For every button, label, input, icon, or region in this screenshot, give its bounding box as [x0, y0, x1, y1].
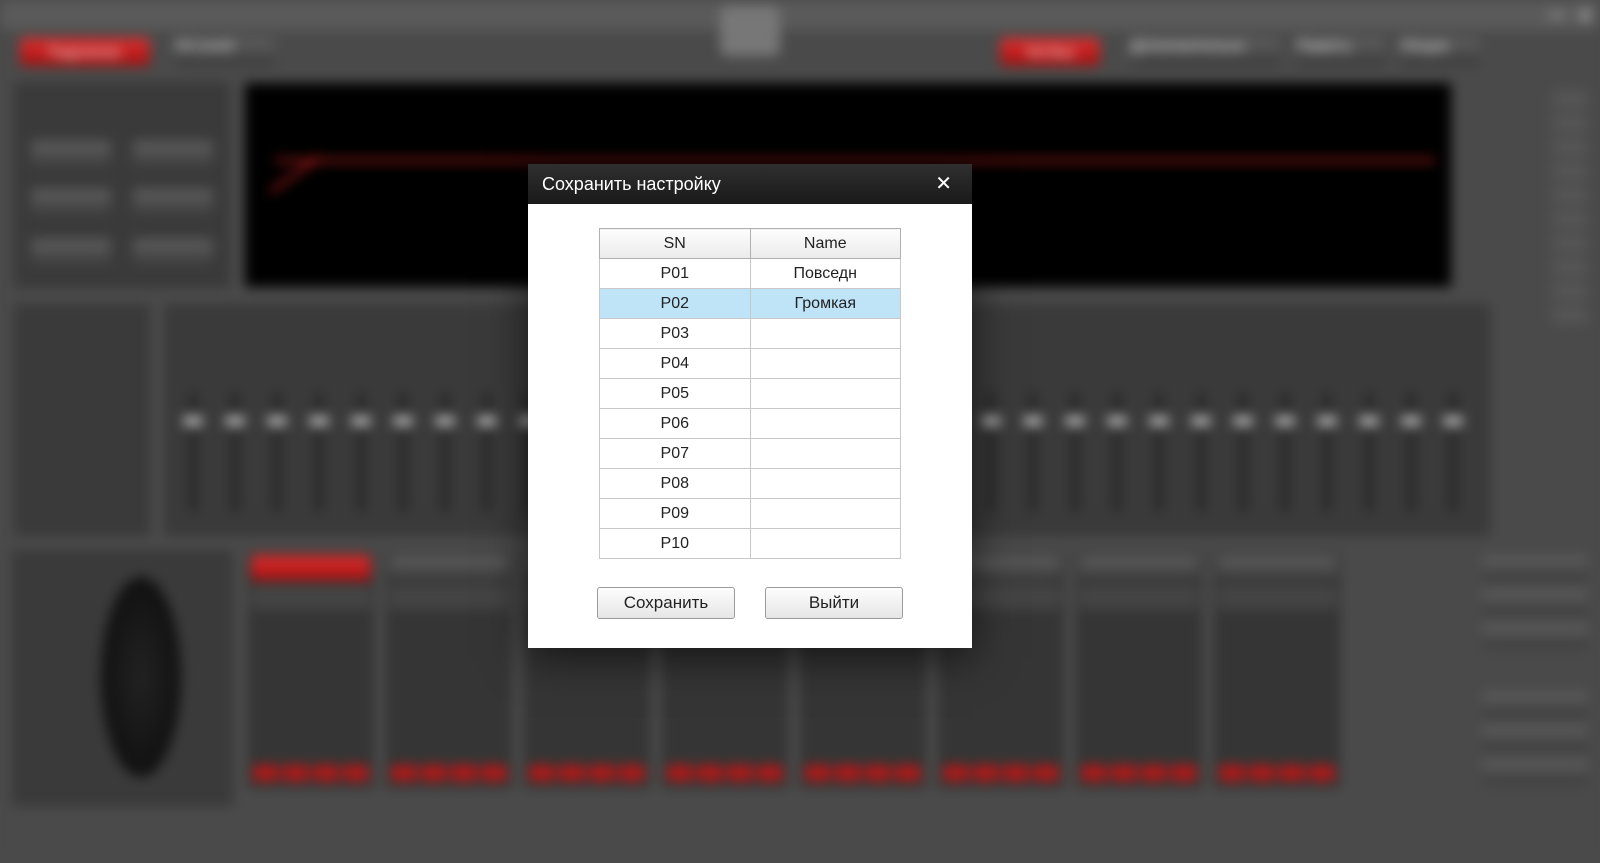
save-button[interactable]: Сохранить: [597, 587, 735, 619]
preset-sn[interactable]: P02: [600, 289, 751, 319]
preset-sn[interactable]: P06: [600, 409, 751, 439]
preset-row-P08[interactable]: P08: [600, 469, 901, 499]
preset-sn[interactable]: P04: [600, 349, 751, 379]
preset-sn[interactable]: P07: [600, 439, 751, 469]
preset-row-P09[interactable]: P09: [600, 499, 901, 529]
preset-sn[interactable]: P08: [600, 469, 751, 499]
preset-sn[interactable]: P09: [600, 499, 751, 529]
modal-overlay: Сохранить настройку ✕ SN Name P01Повседн…: [0, 0, 1600, 863]
col-header-sn[interactable]: SN: [600, 229, 751, 259]
preset-sn[interactable]: P05: [600, 379, 751, 409]
preset-sn[interactable]: P10: [600, 529, 751, 559]
dialog-titlebar: Сохранить настройку ✕: [528, 164, 972, 204]
exit-button[interactable]: Выйти: [765, 587, 903, 619]
preset-sn[interactable]: P03: [600, 319, 751, 349]
preset-name[interactable]: [750, 409, 901, 439]
dialog-close-button[interactable]: ✕: [929, 164, 958, 204]
preset-name[interactable]: [750, 529, 901, 559]
preset-row-P07[interactable]: P07: [600, 439, 901, 469]
preset-name[interactable]: [750, 469, 901, 499]
preset-name[interactable]: [750, 349, 901, 379]
preset-name[interactable]: [750, 319, 901, 349]
preset-row-P10[interactable]: P10: [600, 529, 901, 559]
preset-table: SN Name P01ПовседнP02ГромкаяP03P04P05P06…: [599, 228, 901, 559]
preset-name[interactable]: [750, 439, 901, 469]
preset-row-P05[interactable]: P05: [600, 379, 901, 409]
preset-row-P04[interactable]: P04: [600, 349, 901, 379]
preset-sn[interactable]: P01: [600, 259, 751, 289]
preset-row-P02[interactable]: P02Громкая: [600, 289, 901, 319]
preset-name[interactable]: [750, 379, 901, 409]
dialog-title-text: Сохранить настройку: [542, 164, 721, 204]
preset-name[interactable]: Громкая: [750, 289, 901, 319]
preset-name[interactable]: Повседн: [750, 259, 901, 289]
preset-row-P06[interactable]: P06: [600, 409, 901, 439]
preset-name[interactable]: [750, 499, 901, 529]
preset-row-P01[interactable]: P01Повседн: [600, 259, 901, 289]
save-preset-dialog: Сохранить настройку ✕ SN Name P01Повседн…: [528, 164, 972, 648]
preset-row-P03[interactable]: P03: [600, 319, 901, 349]
col-header-name[interactable]: Name: [750, 229, 901, 259]
